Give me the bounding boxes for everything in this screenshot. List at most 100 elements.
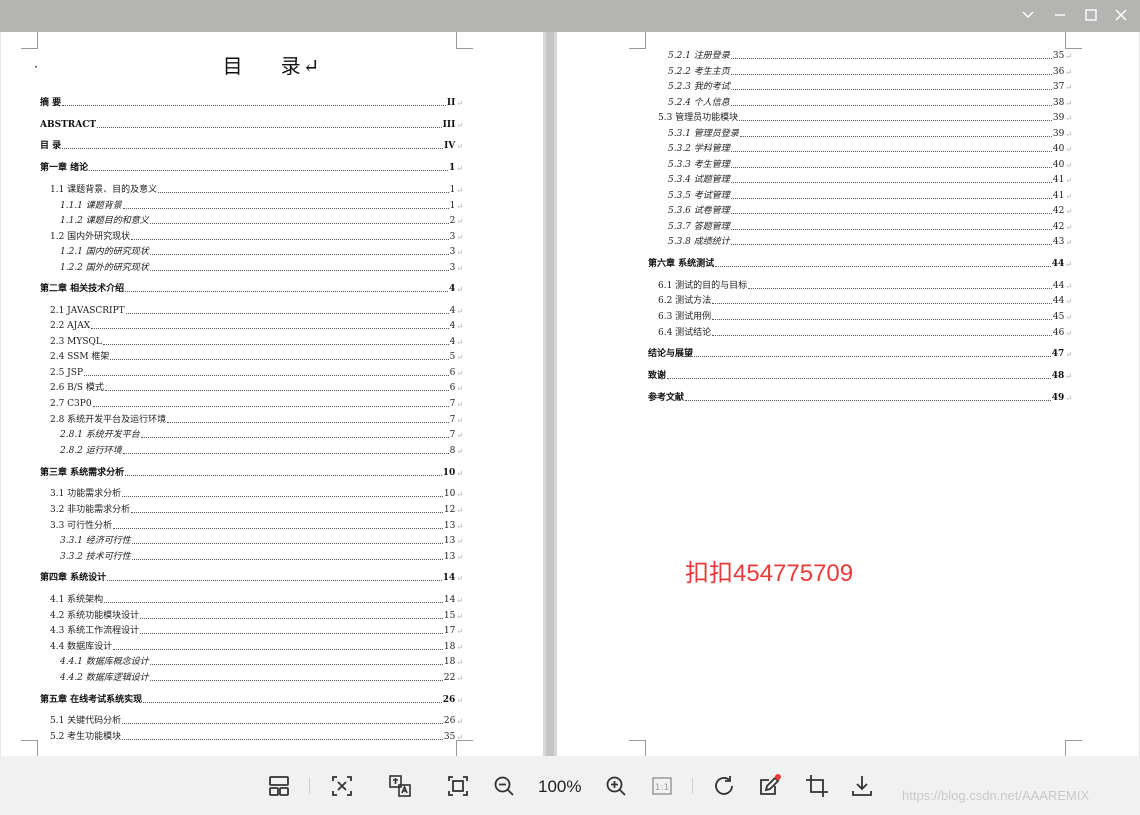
toc-entry[interactable]: 6.1 测试的目的与目标 44 ↵ [658,279,1072,291]
toc-leader-dots [712,303,1052,304]
toc-entry[interactable]: 3.3.1 经济可行性 13 ↵ [60,534,463,546]
toc-entry[interactable]: 5.3.5 考试管理 41 ↵ [668,189,1072,201]
toc-entry[interactable]: 2.3 MYSQL 4 ↵ [50,335,463,347]
toc-entry[interactable]: 结论与展望 47 ↵ [648,347,1072,359]
toc-entry[interactable]: 2.6 B/S 模式 6 ↵ [50,381,463,393]
toc-entry-page: 47 [1051,349,1065,359]
toc-entry[interactable]: 3.3.2 技术可行性 13 ↵ [60,550,463,562]
toc-entry[interactable]: 5.2.3 我的考试 37 ↵ [668,80,1072,92]
paragraph-mark: ↵ [456,164,463,173]
toc-entry[interactable]: 3.3 可行性分析 13 ↵ [50,519,463,531]
toc-entry[interactable]: 参考文献 49 ↵ [648,391,1072,403]
toc-entry[interactable]: 6.3 测试用例 45 ↵ [658,310,1072,322]
annotate-icon[interactable] [756,772,784,800]
toc-entry[interactable]: 5.3.3 考生管理 40 ↵ [668,158,1072,170]
toc-entry-page: 13 [443,536,456,546]
toc-entry[interactable]: 致谢 48 ↵ [648,369,1072,381]
actual-size-icon[interactable]: 1:1 [648,772,676,800]
toc-entry[interactable]: 5.3.4 试题管理 41 ↵ [668,173,1072,185]
toc-entry[interactable]: 1.2.2 国外的研究现状 3 ↵ [60,261,463,273]
toc-leader-dots [667,378,1051,379]
toc-entry[interactable]: 2.5 JSP 6 ↵ [50,366,463,378]
toc-entry[interactable]: 5.3 管理员功能模块 39 ↵ [658,111,1072,123]
toc-entry-page: 37 [1052,82,1065,92]
toc-entry[interactable]: 5.3.8 成绩统计 43 ↵ [668,235,1072,247]
zoom-level[interactable]: 100% [538,777,581,797]
toc-entry[interactable]: 2.4 SSM 框架 5 ↵ [50,350,463,362]
fit-width-icon[interactable] [328,772,356,800]
toc-entry[interactable]: 第二章 相关技术介绍 4 ↵ [40,282,463,294]
toc-entry[interactable]: 5.3.7 答题管理 42 ↵ [668,220,1072,232]
close-icon[interactable] [1113,8,1129,24]
paragraph-mark: ↵ [456,733,463,742]
translate-icon[interactable] [386,772,414,800]
toc-entry-label: 5.3 管理员功能模块 [658,113,739,123]
toc-entry-page: 44 [1052,296,1065,306]
page-corner-mark [456,740,473,756]
toc-entry[interactable]: 4.3 系统工作流程设计 17 ↵ [50,624,463,636]
page-title-part: 录↵ [280,54,322,78]
toc-leader-dots [113,649,443,650]
toc-entry[interactable]: 1.1.1 课题背景 1 ↵ [60,199,463,211]
toc-entry[interactable]: 2.8 系统开发平台及运行环境 7 ↵ [50,413,463,425]
toc-entry[interactable]: 6.2 测试方法 44 ↵ [658,294,1072,306]
paragraph-mark: ↵ [1065,83,1072,92]
toc-entry[interactable]: 1.2.1 国内的研究现状 3 ↵ [60,245,463,257]
toc-entry[interactable]: 5.3.2 学科管理 40 ↵ [668,142,1072,154]
fit-page-icon[interactable] [444,772,472,800]
toc-entry[interactable]: 2.1 JAVASCRIPT 4 ↵ [50,304,463,316]
toc-entry[interactable]: ABSTRACT III ↵ [40,118,463,130]
paragraph-mark: ↵ [456,285,463,294]
toc-entry[interactable]: 摘 要 II ↵ [40,96,463,108]
toc-entry[interactable]: 6.4 测试结论 46 ↵ [658,326,1072,338]
toc-entry[interactable]: 2.2 AJAX 4 ↵ [50,319,463,331]
toc-entry[interactable]: 目 录 IV ↵ [40,139,463,151]
toc-entry[interactable]: 4.4.1 数据库概念设计 18 ↵ [60,655,463,667]
toc-entry-label: 2.3 MYSQL [50,337,102,347]
toc-leader-dots [730,58,1052,59]
toc-entry[interactable]: 5.2.2 考生主页 36 ↵ [668,65,1072,77]
toc-entry[interactable]: 5.2.1 注册登录 35 ↵ [668,49,1072,61]
toc-entry[interactable]: 3.2 非功能需求分析 12 ↵ [50,503,463,515]
paragraph-mark: ↵ [1065,297,1072,306]
toc-entry[interactable]: 5.3.1 管理员登录 39 ↵ [668,127,1072,139]
toc-entry[interactable]: 第三章 系统需求分析 10 ↵ [40,466,463,478]
toc-entry[interactable]: 第四章 系统设计 14 ↵ [40,571,463,583]
toc-leader-dots [149,254,449,255]
toc-entry[interactable]: 2.8.2 运行环境 8 ↵ [60,444,463,456]
zoom-in-icon[interactable] [602,772,630,800]
toc-entry[interactable]: 1.1.2 课题目的和意义 2 ↵ [60,214,463,226]
toc-leader-dots [149,223,449,224]
toc-entry[interactable]: 4.4 数据库设计 18 ↵ [50,640,463,652]
toc-entry[interactable]: 5.2.4 个人信息 38 ↵ [668,96,1072,108]
maximize-icon[interactable] [1083,8,1099,24]
toc-entry[interactable]: 3.1 功能需求分析 10 ↵ [50,487,463,499]
toc-entry[interactable]: 第五章 在线考试系统实现 26 ↵ [40,693,463,705]
minimize-icon[interactable] [1052,8,1068,24]
zoom-out-icon[interactable] [490,772,518,800]
toc-entry[interactable]: 5.2 考生功能模块 35 ↵ [50,730,463,742]
page-corner-mark [629,740,646,756]
toc-entry[interactable]: 第六章 系统测试 44 ↵ [648,257,1072,269]
toc-leader-dots [140,618,443,619]
rotate-icon[interactable] [710,772,738,800]
toc-entry[interactable]: 4.2 系统功能模块设计 15 ↵ [50,609,463,621]
paragraph-mark: ↵ [456,217,463,226]
toc-entry[interactable]: 1.1 课题背景、目的及意义 1 ↵ [50,183,463,195]
toc-entry-label: 4.4.2 数据库逻辑设计 [60,673,149,683]
toc-entry[interactable]: 2.8.1 系统开发平台 7 ↵ [60,428,463,440]
toc-entry[interactable]: 2.7 C3P0 7 ↵ [50,397,463,409]
toc-entry[interactable]: 5.3.6 试卷管理 42 ↵ [668,204,1072,216]
crop-icon[interactable] [803,772,831,800]
toc-entry[interactable]: 第一章 绪论 1 ↵ [40,161,463,173]
toc-leader-dots [685,400,1051,401]
toc-entry[interactable]: 1.2 国内外研究现状 3 ↵ [50,230,463,242]
chevron-down-icon[interactable] [1020,8,1036,24]
layout-icon[interactable] [265,772,293,800]
toc-entry[interactable]: 4.1 系统架构 14 ↵ [50,593,463,605]
toc-entry-page: 4 [449,337,456,347]
toc-entry[interactable]: 5.1 关键代码分析 26 ↵ [50,714,463,726]
toc-entry[interactable]: 4.4.2 数据库逻辑设计 22 ↵ [60,671,463,683]
download-icon[interactable] [848,772,876,800]
document-viewer[interactable]: · 目录↵ 摘 要 II ↵ ABSTRACT III ↵ 目 录 IV ↵ 第一章 绪论 1 ↵ 1.… [0,32,1140,756]
